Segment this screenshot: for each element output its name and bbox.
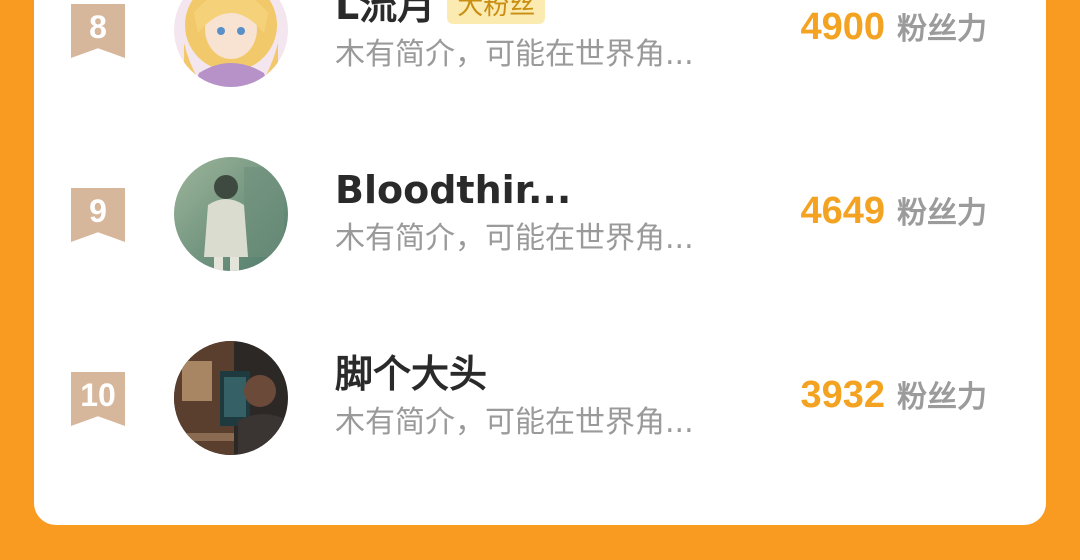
user-bio: 木有简介，可能在世界角... [335, 405, 694, 440]
score-unit: 粉丝力 [897, 380, 987, 415]
rank-ribbon-icon: 10 [71, 372, 125, 426]
user-bio: 木有简介，可能在世界角... [335, 221, 694, 256]
person-photo-avatar-icon [174, 157, 288, 271]
avatar[interactable] [174, 341, 288, 455]
rank-ribbon-icon: 9 [71, 188, 125, 242]
avatar[interactable] [174, 157, 288, 271]
list-item[interactable]: 8 L流月 大粉丝 木有简介，可能在世界角... 4900 粉丝力 [0, 0, 1080, 126]
score-unit: 粉丝力 [897, 196, 987, 231]
rank-ribbon-icon: 8 [71, 4, 125, 58]
list-item[interactable]: 10 脚个大头 木有简介，可能在世界角... 3932 粉丝力 [0, 310, 1080, 494]
person-photo-avatar-icon [174, 341, 288, 455]
rank-number: 8 [89, 9, 107, 45]
score-value: 4900 [800, 6, 885, 48]
fan-power-score: 4649 粉丝力 [800, 188, 987, 233]
username[interactable]: L流月 [335, 0, 435, 30]
list-item[interactable]: 9 Bloodthir... 木有简介，可能在世界角... 4649 粉丝力 [0, 126, 1080, 310]
avatar[interactable] [174, 0, 288, 87]
score-value: 4649 [800, 190, 885, 232]
rank-number: 10 [80, 377, 116, 413]
fan-level-badge: 大粉丝 [447, 0, 546, 24]
user-bio: 木有简介，可能在世界角... [335, 37, 694, 72]
username[interactable]: 脚个大头 [335, 350, 487, 398]
anime-girl-avatar-icon [174, 0, 288, 87]
fan-power-score: 4900 粉丝力 [800, 4, 987, 49]
score-value: 3932 [800, 374, 885, 416]
score-unit: 粉丝力 [897, 12, 987, 47]
rank-number: 9 [89, 193, 107, 229]
username[interactable]: Bloodthir... [335, 166, 571, 214]
fan-power-score: 3932 粉丝力 [800, 372, 987, 417]
